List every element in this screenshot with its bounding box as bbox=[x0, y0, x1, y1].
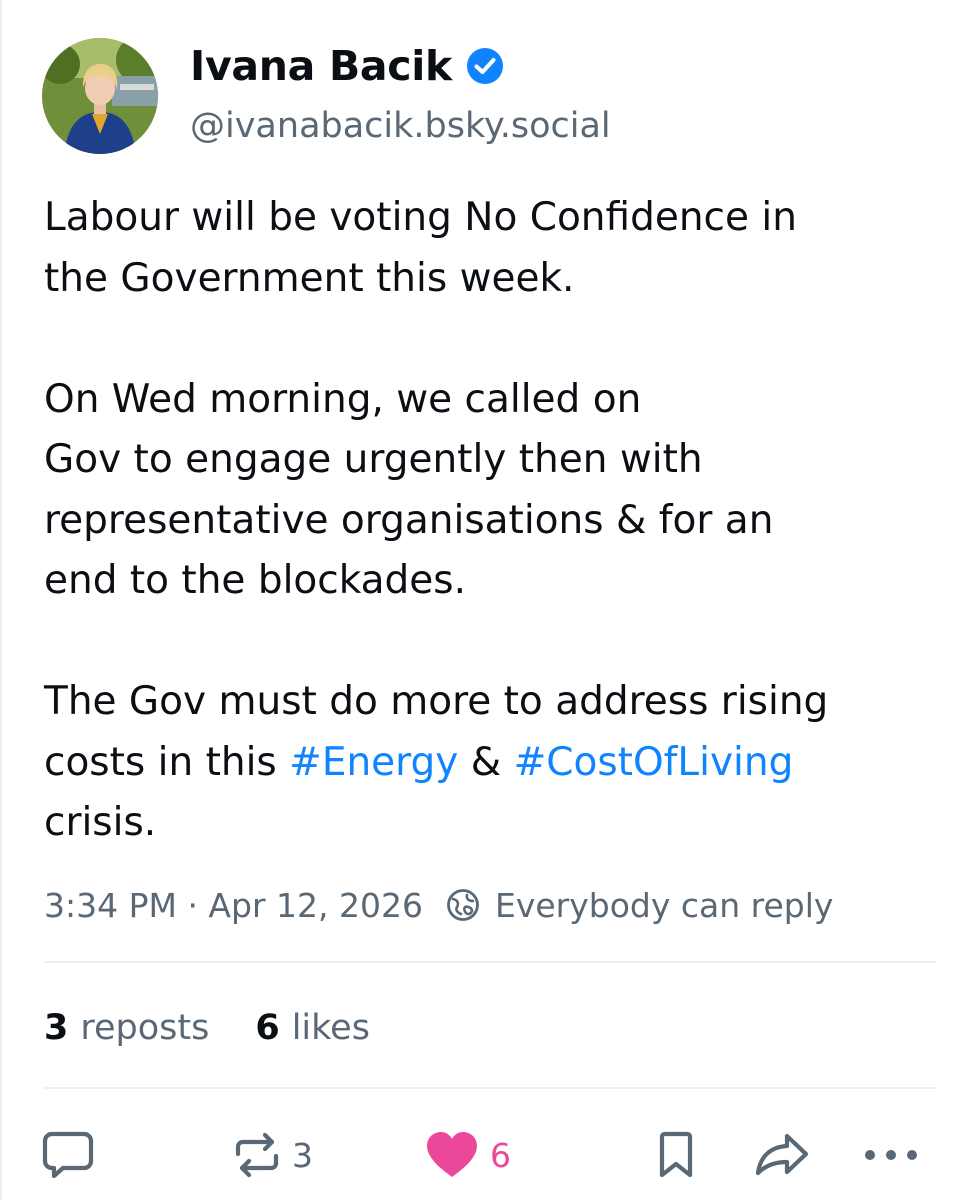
post-text-segment: costs in this bbox=[44, 739, 290, 785]
post-text-line: the Government this week. bbox=[44, 249, 964, 310]
avatar[interactable] bbox=[42, 38, 158, 154]
post-text-line: The Gov must do more to address rising bbox=[44, 672, 964, 733]
post-text-line: costs in this #Energy & #CostOfLiving bbox=[44, 733, 964, 794]
share-button[interactable] bbox=[754, 1130, 810, 1180]
hashtag-link[interactable]: #CostOfLiving bbox=[514, 740, 794, 785]
post-text-line: Gov to engage urgently then with bbox=[44, 430, 964, 491]
post-paragraph: The Gov must do more to address rising co… bbox=[44, 672, 964, 854]
post-text-segment: Labour will be voting No Confidence in bbox=[44, 195, 797, 240]
post-text-line: Labour will be voting No Confidence in bbox=[44, 188, 964, 249]
post-text-segment: & bbox=[458, 739, 514, 785]
post-text-segment: representative organisations & for an bbox=[44, 497, 774, 543]
share-arrow-icon bbox=[755, 1133, 809, 1176]
bookmark-button[interactable] bbox=[656, 1130, 696, 1180]
ellipsis-icon bbox=[865, 1150, 917, 1160]
globe-icon bbox=[445, 887, 481, 923]
post-paragraph: Labour will be voting No Confidence in th… bbox=[44, 188, 964, 309]
verified-check-icon[interactable] bbox=[466, 47, 504, 85]
display-name-text: Ivana Bacik bbox=[190, 42, 453, 90]
display-name[interactable]: Ivana Bacik bbox=[190, 42, 504, 90]
post-text-line: crisis. bbox=[44, 793, 964, 854]
user-handle[interactable]: @ivanabacik.bsky.social bbox=[190, 106, 611, 146]
post-text-line: On Wed morning, we called on bbox=[44, 370, 964, 431]
hashtag-link[interactable]: #Energy bbox=[289, 740, 458, 785]
post-text-segment: The Gov must do more to address rising bbox=[44, 679, 829, 724]
post-paragraph: On Wed morning, we called on Gov to engag… bbox=[44, 370, 964, 612]
repost-button[interactable]: 3 bbox=[232, 1130, 313, 1180]
reply-bubble-icon bbox=[42, 1131, 94, 1179]
divider bbox=[44, 961, 936, 963]
like-count: 6 bbox=[490, 1135, 511, 1175]
likes-count: 6 bbox=[255, 1008, 280, 1048]
repost-count: 3 bbox=[292, 1135, 313, 1175]
post-body: Labour will be voting No Confidence in th… bbox=[44, 188, 964, 854]
post-text-segment: crisis. bbox=[44, 800, 157, 845]
post-text-segment: end to the blockades. bbox=[44, 558, 466, 603]
likes-stat[interactable]: 6 likes bbox=[255, 1008, 370, 1048]
post-text-segment: On Wed morning, we called on bbox=[44, 376, 642, 422]
reposts-stat[interactable]: 3 reposts bbox=[44, 1008, 209, 1048]
reply-button[interactable] bbox=[42, 1130, 94, 1180]
divider bbox=[44, 1087, 936, 1089]
more-options-button[interactable] bbox=[862, 1130, 920, 1180]
repost-icon bbox=[235, 1132, 279, 1178]
left-border bbox=[0, 0, 2, 1200]
post-meta: 3:34 PM · Apr 12, 2026 Everybody can rep… bbox=[44, 880, 833, 930]
reposts-count: 3 bbox=[44, 1008, 69, 1048]
post-text-line: representative organisations & for an bbox=[44, 491, 964, 552]
bookmark-icon bbox=[659, 1131, 693, 1178]
post-text-line: end to the blockades. bbox=[44, 551, 964, 612]
reposts-label: reposts bbox=[80, 1008, 210, 1048]
post-text-segment: Gov to engage urgently then with bbox=[44, 437, 703, 482]
post-text-segment: the Government this week. bbox=[44, 255, 575, 301]
engagement-stats: 3 reposts 6 likes bbox=[44, 1002, 370, 1054]
like-button[interactable]: 6 bbox=[424, 1130, 511, 1180]
likes-label: likes bbox=[291, 1008, 370, 1048]
post-timestamp[interactable]: 3:34 PM · Apr 12, 2026 bbox=[44, 886, 423, 925]
reply-setting[interactable]: Everybody can reply bbox=[495, 886, 833, 925]
heart-icon bbox=[427, 1132, 477, 1177]
